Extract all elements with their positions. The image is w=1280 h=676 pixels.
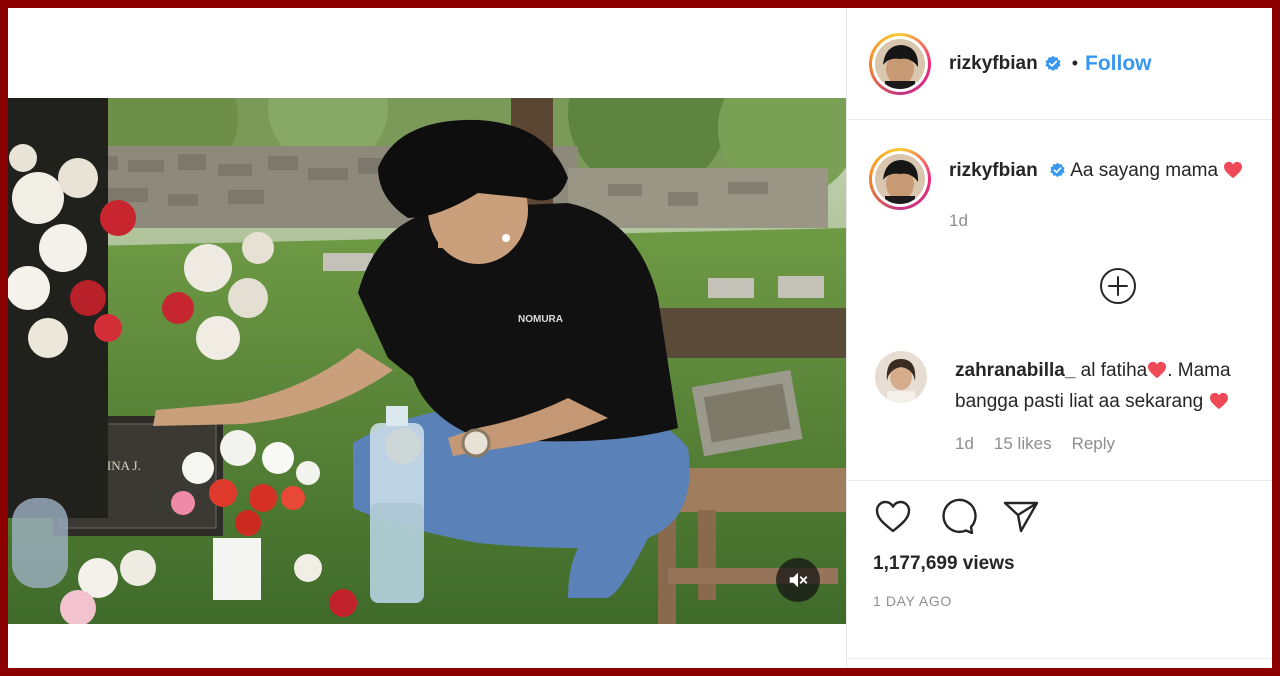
heart-icon [875,500,911,533]
follow-button[interactable]: Follow [1085,52,1152,76]
caption-text: Aa sayang mama [1070,160,1219,181]
paper-plane-icon [1003,501,1039,533]
comment-timestamp: 1d [955,434,974,453]
author-username[interactable]: rizkyfbian [949,53,1038,75]
plus-circle-icon [1100,268,1136,304]
like-button[interactable] [873,497,913,537]
photo-graveside-scene: HJ. LINA J. NOMURA [8,98,846,624]
comment-likes-count[interactable]: 15 likes [994,434,1052,454]
post-media-area: HJ. LINA J. NOMURA [8,8,846,668]
comment-text-part1: al fatiha [1080,360,1148,381]
red-heart-emoji-icon [1147,360,1167,388]
views-count[interactable]: 1,177,699 views [873,553,1015,575]
caption-avatar-image [875,154,925,204]
mute-toggle-button[interactable] [776,558,820,602]
post-date: 1 DAY AGO [873,593,952,609]
caption-timestamp: 1d [949,211,968,230]
post-photo[interactable]: HJ. LINA J. NOMURA [8,98,846,624]
post-actions-section: 1,177,699 views 1 DAY AGO [847,480,1272,609]
comment-button[interactable] [937,497,977,537]
screenshot-frame: HJ. LINA J. NOMURA rizkyfbian • Follow r… [8,8,1272,668]
author-avatar-image [875,38,925,89]
share-button[interactable] [1001,497,1041,537]
comment-item: zahranabilla_ al fatiha . Mama bangga pas… [875,351,1272,419]
add-comment-divider [847,658,1272,659]
comment-meta: 1d 15 likes Reply [955,434,1115,454]
commenter-username[interactable]: zahranabilla_ [955,360,1075,381]
commenter-avatar[interactable] [875,351,927,403]
comment-text-line2: bangga pasti liat aa sekarang [955,391,1204,412]
caption-username[interactable]: rizkyfbian [949,160,1038,181]
post-header: rizkyfbian • Follow [847,8,1272,120]
verified-badge-icon [1044,55,1062,73]
separator-dot: • [1071,53,1079,73]
action-bar [847,481,1272,537]
speaker-muted-icon [789,572,808,588]
svg-text:NOMURA: NOMURA [518,314,563,325]
comment-icon [942,498,977,535]
post-side-panel: rizkyfbian • Follow rizkyfbian Aa sayang… [846,8,1272,668]
author-avatar[interactable] [869,32,931,95]
post-caption: rizkyfbian Aa sayang mama 1d [869,148,1272,231]
caption-author-avatar[interactable] [869,148,931,210]
comment-text-part2: . Mama [1167,360,1231,381]
verified-badge-icon [1049,162,1066,179]
load-more-comments-button[interactable] [1098,266,1138,306]
comment-reply-button[interactable]: Reply [1072,434,1115,454]
red-heart-emoji-icon [1223,161,1243,185]
red-heart-emoji-icon [1209,391,1229,419]
